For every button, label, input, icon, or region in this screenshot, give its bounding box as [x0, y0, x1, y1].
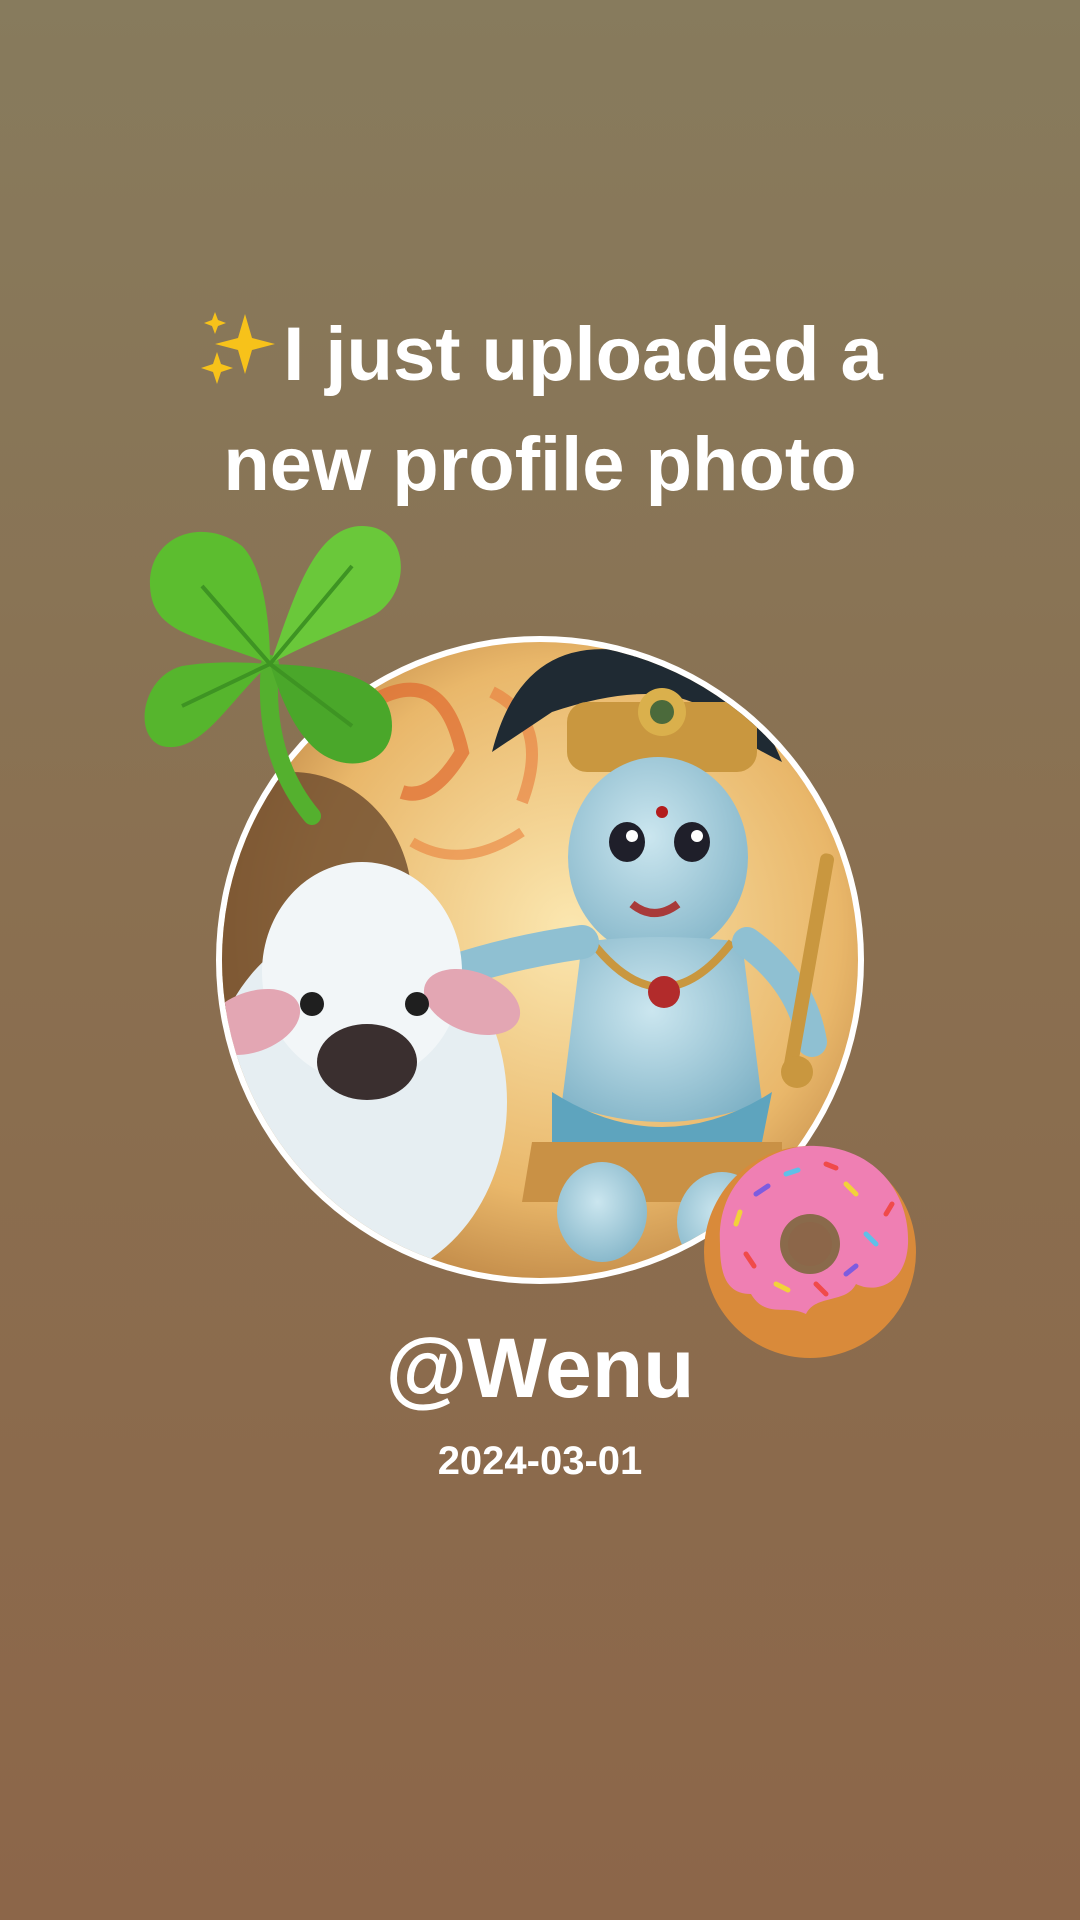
headline-line-2: new profile photo [223, 422, 857, 507]
username: @Wenu [385, 1321, 695, 1415]
headline-text-1: I just uploaded a [283, 312, 883, 397]
sparkles-icon [201, 312, 276, 384]
four-leaf-clover-icon [144, 526, 401, 825]
headline-line-1: I just uploaded a [0, 300, 1080, 410]
story-headline: I just uploaded a new profile photo [0, 300, 1080, 520]
post-date: 2024-03-01 [437, 1439, 643, 1483]
